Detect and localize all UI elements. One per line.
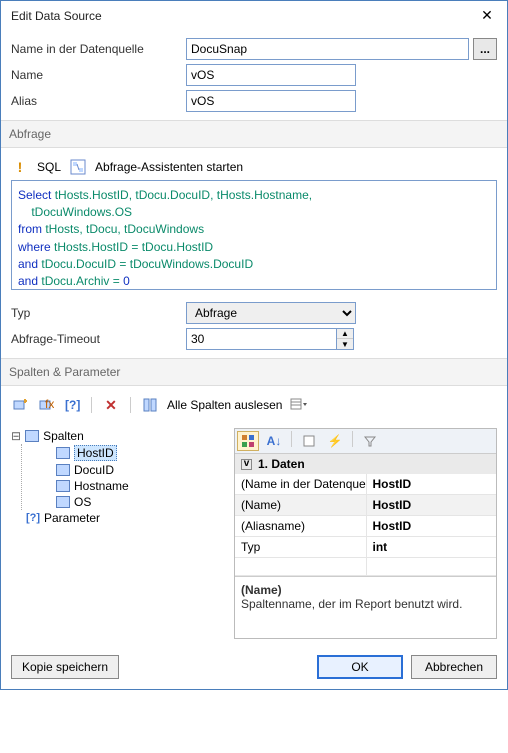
- events-icon[interactable]: ⚡: [324, 431, 346, 451]
- read-all-columns-link[interactable]: Alle Spalten auslesen: [167, 398, 282, 412]
- view-options-icon[interactable]: [290, 396, 308, 414]
- close-icon[interactable]: ✕: [477, 7, 497, 24]
- columns-tree[interactable]: ⊟ Spalten HostID DocuID Hostnam: [11, 428, 226, 639]
- save-copy-button[interactable]: Kopie speichern: [11, 655, 119, 679]
- propgrid-description: (Name) Spaltenname, der im Report benutz…: [235, 576, 496, 638]
- propgrid-row-name-in-ds[interactable]: (Name in der Datenquelle) HostID: [235, 474, 496, 495]
- name-label: Name: [11, 68, 186, 82]
- spin-up-icon[interactable]: ▲: [337, 329, 353, 339]
- add-param-icon[interactable]: [?]: [63, 396, 81, 414]
- query-designer-icon[interactable]: [69, 158, 87, 176]
- collapse-icon[interactable]: ⊟: [11, 429, 21, 443]
- svg-text:fx: fx: [45, 397, 54, 411]
- delete-icon[interactable]: ✕: [102, 396, 120, 414]
- separator: [130, 397, 131, 413]
- cancel-button[interactable]: Abbrechen: [411, 655, 497, 679]
- separator: [291, 431, 292, 447]
- browse-button[interactable]: ...: [473, 38, 497, 60]
- wizard-link[interactable]: Abfrage-Assistenten starten: [95, 160, 243, 174]
- separator: [91, 397, 92, 413]
- typ-label: Typ: [11, 306, 186, 320]
- section-spalten: Spalten & Parameter: [1, 358, 507, 386]
- column-icon: [56, 480, 70, 492]
- add-calc-column-icon[interactable]: fx: [37, 396, 55, 414]
- tree-node-parameter[interactable]: [?] Parameter: [11, 510, 226, 526]
- refresh-columns-icon[interactable]: [141, 396, 159, 414]
- categorized-view-icon[interactable]: [237, 431, 259, 451]
- name-input[interactable]: [186, 64, 356, 86]
- sql-textarea[interactable]: Select tHosts.HostID, tDocu.DocuID, tHos…: [11, 180, 497, 290]
- propgrid-row-aliasname[interactable]: (Aliasname) HostID: [235, 516, 496, 537]
- tree-node-hostid[interactable]: HostID: [56, 444, 226, 462]
- propgrid-category[interactable]: v 1. Daten: [235, 454, 496, 474]
- typ-select[interactable]: Abfrage: [186, 302, 356, 324]
- table-icon: [25, 430, 39, 442]
- alias-label: Alias: [11, 94, 186, 108]
- propgrid-row-typ[interactable]: Typ int: [235, 537, 496, 558]
- add-column-icon[interactable]: [11, 396, 29, 414]
- column-icon: [56, 464, 70, 476]
- section-abfrage: Abfrage: [1, 120, 507, 148]
- ok-button[interactable]: OK: [317, 655, 403, 679]
- parameter-icon: [?]: [26, 512, 40, 524]
- tree-node-os[interactable]: OS: [56, 494, 226, 510]
- property-pages-icon[interactable]: [298, 431, 320, 451]
- separator: [352, 431, 353, 447]
- property-grid: A↓ ⚡ v 1. Daten (Name in der Datenquelle…: [234, 428, 497, 639]
- column-icon: [56, 496, 70, 508]
- propgrid-row-name[interactable]: (Name) HostID: [235, 495, 496, 516]
- sql-label: SQL: [37, 160, 61, 174]
- filter-icon[interactable]: [359, 431, 381, 451]
- warning-icon: !: [11, 158, 29, 176]
- timeout-input[interactable]: [186, 328, 336, 350]
- column-icon: [56, 447, 70, 459]
- name-in-ds-label: Name in der Datenquelle: [11, 42, 186, 56]
- window-title: Edit Data Source: [11, 9, 102, 23]
- alphabetical-view-icon[interactable]: A↓: [263, 431, 285, 451]
- tree-node-spalten[interactable]: ⊟ Spalten: [11, 428, 226, 444]
- name-in-ds-input[interactable]: [186, 38, 469, 60]
- collapse-icon[interactable]: v: [241, 459, 252, 470]
- timeout-label: Abfrage-Timeout: [11, 332, 186, 346]
- tree-node-docuid[interactable]: DocuID: [56, 462, 226, 478]
- tree-node-hostname[interactable]: Hostname: [56, 478, 226, 494]
- propgrid-row-empty: [235, 558, 496, 576]
- svg-text:[?]: [?]: [65, 398, 80, 412]
- spin-down-icon[interactable]: ▼: [337, 339, 353, 349]
- alias-input[interactable]: [186, 90, 356, 112]
